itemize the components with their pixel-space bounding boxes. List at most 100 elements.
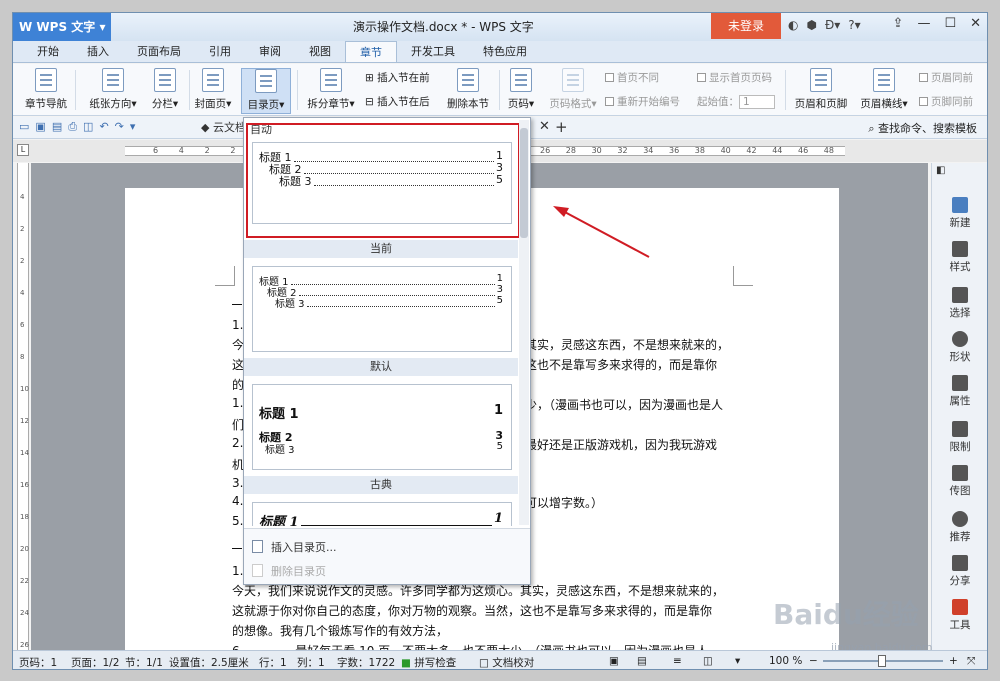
page-number-button[interactable]: 页码▾ xyxy=(503,68,539,111)
tab-features[interactable]: 特色应用 xyxy=(469,41,541,62)
ruler-tick-label: 2 xyxy=(20,225,25,233)
section-nav-button[interactable]: 章节导航 xyxy=(21,68,71,111)
header-same-checkbox[interactable]: 页眉同前 xyxy=(919,70,973,85)
open-folder-icon[interactable]: ▭ xyxy=(19,120,29,134)
toc-label: 标题 3 xyxy=(279,175,312,188)
tab-page-layout[interactable]: 页面布局 xyxy=(123,41,195,62)
app-menu-button[interactable]: W WPS 文字 ▾ xyxy=(13,13,111,41)
proofread-toggle[interactable]: □ 文档校对 xyxy=(479,655,534,669)
preview-icon[interactable]: ◫ xyxy=(83,120,93,134)
toc-style-auto[interactable]: 标题 11 标题 23 标题 35 xyxy=(252,142,512,224)
toc-style-current[interactable]: 标题 11 标题 23 标题 35 xyxy=(252,266,512,352)
delete-toc-item[interactable]: 删除目录页 xyxy=(252,563,326,579)
sidebar-item-share[interactable]: 分享 xyxy=(938,555,982,588)
footer-same-checkbox[interactable]: 页脚同前 xyxy=(919,94,973,109)
login-button[interactable]: 未登录 xyxy=(711,13,781,39)
sidebar-toggle-icon[interactable]: ◧ xyxy=(936,165,945,176)
sidebar-item-new[interactable]: 新建 xyxy=(938,197,982,230)
header-footer-icon xyxy=(810,68,832,92)
ruler-tick-label: 40 xyxy=(720,146,731,155)
show-first-page-number-checkbox[interactable]: 显示首页页码 xyxy=(697,70,772,85)
page-format-icon xyxy=(562,68,584,92)
close-tab-icon[interactable]: ✕ xyxy=(539,119,550,134)
sidebar-item-properties[interactable]: 属性 xyxy=(938,375,982,408)
view-reading-icon[interactable]: ▾ xyxy=(735,655,740,667)
restore-icon[interactable]: ⇪ xyxy=(893,16,904,31)
tab-section[interactable]: 章节 xyxy=(345,41,397,62)
status-row: 行：1 xyxy=(259,657,287,669)
scrollbar-thumb[interactable] xyxy=(520,128,528,238)
vertical-ruler[interactable]: 4 2 2 4 6 8 10 12 14 16 18 20 22 24 26 xyxy=(17,163,29,653)
print-icon[interactable]: ⎙ xyxy=(68,120,77,134)
close-icon[interactable]: ✕ xyxy=(970,16,981,31)
sidebar-item-upload-image[interactable]: 传图 xyxy=(938,465,982,498)
sidebar-item-select[interactable]: 选择 xyxy=(938,287,982,320)
sidebar-item-restrict[interactable]: 限制 xyxy=(938,421,982,454)
sidebar-item-shape[interactable]: 形状 xyxy=(938,331,982,364)
tab-view[interactable]: 视图 xyxy=(295,41,345,62)
insert-section-before[interactable]: ⊞ 插入节在前 xyxy=(365,70,430,85)
toc-page-button[interactable]: 目录页▾ xyxy=(241,68,291,114)
delete-section-button[interactable]: 删除本节 xyxy=(443,68,493,111)
paper-direction-button[interactable]: 纸张方向▾ xyxy=(83,68,143,111)
toc-style-default[interactable]: 标题 11 标题 23 标题 35 xyxy=(252,384,512,470)
tab-reference[interactable]: 引用 xyxy=(195,41,245,62)
zoom-slider-knob[interactable] xyxy=(878,655,886,667)
search-command[interactable]: ⌕ 查找命令、搜索模板 xyxy=(868,120,977,136)
ruler-tick-label: 32 xyxy=(617,146,628,155)
toc-page: 5 xyxy=(496,295,503,306)
toc-style-classic[interactable]: 标题 1 1 xyxy=(252,502,512,526)
page-number-format-button[interactable]: 页码格式▾ xyxy=(543,68,603,111)
export-icon[interactable]: ▤ xyxy=(52,120,62,134)
tab-stop-icon[interactable]: L xyxy=(17,144,29,156)
first-page-different-checkbox[interactable]: 首页不同 xyxy=(605,70,659,85)
skin-icon[interactable]: ◐ xyxy=(788,18,798,32)
sidebar-item-tools[interactable]: 工具 xyxy=(938,599,982,632)
view-page-icon[interactable]: ▤ xyxy=(637,655,647,667)
d-menu-icon[interactable]: Ð▾ xyxy=(825,18,840,32)
page-number-icon xyxy=(510,68,532,92)
help-icon[interactable]: ?▾ xyxy=(848,18,860,32)
dropdown-scrollbar[interactable] xyxy=(519,120,529,525)
fit-window-icon[interactable]: ⤧ xyxy=(967,655,975,668)
view-web-icon[interactable]: ◫ xyxy=(703,655,713,667)
undo-icon[interactable]: ↶ xyxy=(99,120,108,134)
insert-toc-item[interactable]: 插入目录页... xyxy=(252,539,337,555)
ruler-tick-label: 44 xyxy=(772,146,783,155)
split-section-button[interactable]: 拆分章节▾ xyxy=(303,68,359,111)
tab-home[interactable]: 开始 xyxy=(23,41,73,62)
nav-icon xyxy=(35,68,57,92)
cloud-doc-tab[interactable]: ◆ 云文档 xyxy=(201,119,246,137)
minimize-icon[interactable]: — xyxy=(917,16,930,31)
app-name: WPS 文字 xyxy=(36,20,96,34)
insert-toc-icon xyxy=(252,540,263,553)
redo-icon[interactable]: ↷ xyxy=(115,120,124,134)
restart-numbering-checkbox[interactable]: 重新开始编号 xyxy=(605,94,680,109)
tab-developer[interactable]: 开发工具 xyxy=(397,41,469,62)
start-value-input[interactable]: 1 xyxy=(739,95,775,109)
watermark-logo: Baidu经验 xyxy=(773,598,919,631)
dropdown-footer: 插入目录页... 删除目录页 xyxy=(244,528,530,584)
dropdown-icon[interactable]: ▾ xyxy=(130,120,136,134)
columns-button[interactable]: 分栏▾ xyxy=(145,68,185,111)
cover-page-button[interactable]: 封面页▾ xyxy=(193,68,233,111)
new-tab-icon[interactable]: + xyxy=(555,118,568,136)
sidebar-item-style[interactable]: 样式 xyxy=(938,241,982,274)
toc-line-1: 标题 1 1 xyxy=(259,403,503,422)
tab-insert[interactable]: 插入 xyxy=(73,41,123,62)
toc-label: 标题 1 xyxy=(259,407,299,422)
header-line-button[interactable]: 页眉横线▾ xyxy=(855,68,913,111)
view-outline-icon[interactable]: ≡ xyxy=(673,655,682,667)
settings-icon[interactable]: ⬢ xyxy=(806,18,816,32)
zoom-in-icon[interactable]: + xyxy=(949,655,958,667)
maximize-icon[interactable]: ☐ xyxy=(944,16,956,31)
sidebar-item-recommend[interactable]: 推荐 xyxy=(938,511,982,544)
header-footer-button[interactable]: 页眉和页脚 xyxy=(791,68,851,111)
tab-review[interactable]: 审阅 xyxy=(245,41,295,62)
view-fullscreen-icon[interactable]: ▣ xyxy=(609,655,619,667)
spell-check-toggle[interactable]: ■ 拼写检查 xyxy=(401,655,456,669)
insert-section-after[interactable]: ⊟ 插入节在后 xyxy=(365,94,430,109)
zoom-out-icon[interactable]: − xyxy=(809,655,818,667)
save-icon[interactable]: ▣ xyxy=(35,120,45,134)
delete-section-label: 删除本节 xyxy=(447,98,489,110)
